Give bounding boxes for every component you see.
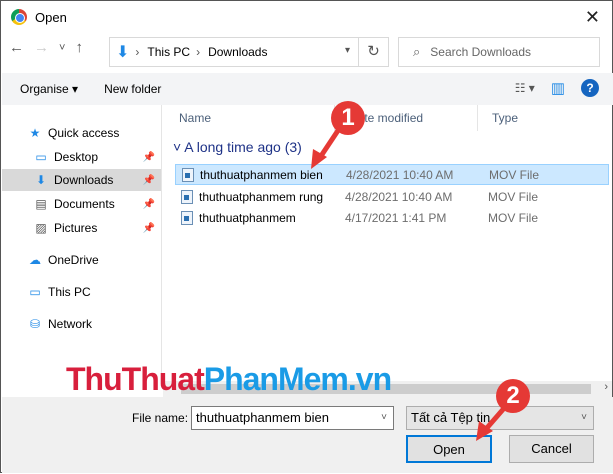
annotation-badge-1: 1 — [331, 101, 365, 135]
open-dialog: Open ✕ ← → ˅ ↑ ⬇ › This PC › Downloads ▾ ↻… — [0, 0, 613, 473]
annotation-badge-2: 2 — [496, 379, 530, 413]
